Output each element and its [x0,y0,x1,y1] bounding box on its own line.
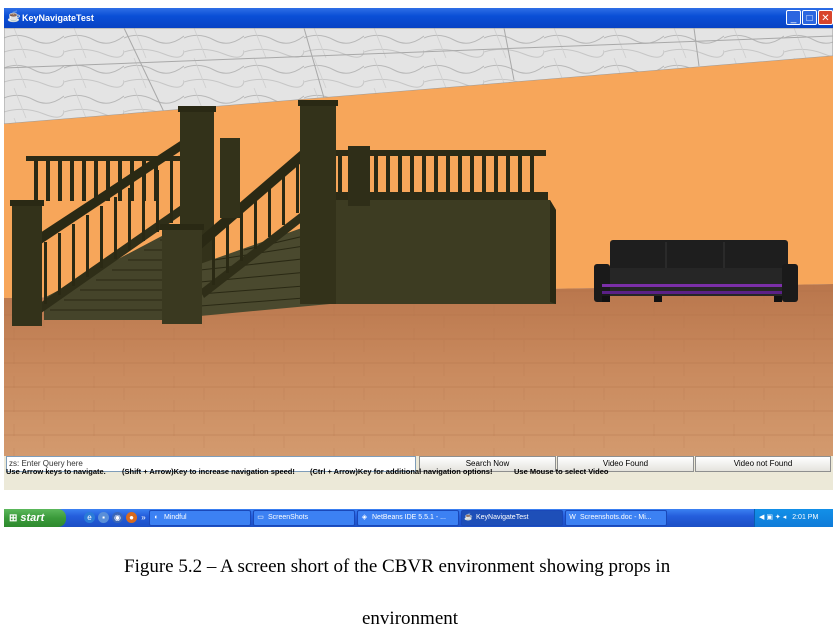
security-icon[interactable]: ✦ [775,514,781,521]
back-arrow-icon[interactable]: ◀ [759,514,764,521]
help-text-speed: (Shift + Arrow)Key to increase navigatio… [122,467,295,476]
task-label: Mindful [164,514,187,521]
network-icon[interactable]: ▣ [766,514,773,521]
task-netbeans[interactable]: ◈ NetBeans IDE 5.5.1 - ... [357,510,459,526]
java-cup-icon: ☕ [7,11,21,23]
figure-caption-line-1: Figure 5.2 – A screen short of the CBVR … [124,556,671,577]
task-label: NetBeans IDE 5.5.1 - ... [372,514,446,521]
close-button[interactable]: ✕ [818,10,833,25]
netbeans-icon: ◈ [361,514,368,521]
media-icon[interactable]: ◉ [112,512,123,523]
3d-scene-canvas[interactable] [4,28,833,456]
help-text-mouse: Use Mouse to select Video [514,467,609,476]
clock[interactable]: 2:01 PM [792,514,818,521]
task-mindful[interactable]: ◐ Mindful [149,510,251,526]
volume-icon[interactable]: ◂ [783,514,787,521]
java-cup-icon: ☕ [464,514,473,521]
firefox-icon[interactable]: ● [126,512,137,523]
title-bar[interactable]: ☕ KeyNavigateTest _ □ ✕ [4,8,833,28]
help-text-navigate: Use Arrow keys to navigate. [6,467,106,476]
video-not-found-button[interactable]: Video not Found [695,456,831,472]
app-window: ☕ KeyNavigateTest _ □ ✕ zs: Enter Query … [4,8,833,490]
maximize-button[interactable]: □ [802,10,817,25]
window-title: KeyNavigateTest [22,13,94,23]
start-button[interactable]: ⊞ start [4,509,66,527]
taskbar: ⊞ start e ▪ ◉ ● » ◐ Mindful ▭ ScreenShots ◈… [4,509,833,527]
task-label: Screenshots.doc - Mi... [580,514,652,521]
sofa [594,240,798,302]
task-keynavigatetest[interactable]: ☕ KeyNavigateTest [461,510,563,526]
minimize-button[interactable]: _ [786,10,801,25]
task-screenshots[interactable]: ▭ ScreenShots [253,510,355,526]
windows-logo-icon: ⊞ [9,513,18,524]
browser-icon: ◐ [154,514,159,521]
folder-icon: ▭ [257,514,264,521]
figure-caption-line-2: environment [362,608,459,629]
task-label: KeyNavigateTest [476,514,529,521]
start-label: start [20,512,45,524]
task-label: ScreenShots [268,514,309,521]
chevron-right-icon[interactable]: » [138,512,149,523]
system-tray: ◀ ▣ ✦ ◂ 2:01 PM [754,509,833,527]
help-text-options: (Ctrl + Arrow)Key for additional navigat… [310,467,493,476]
ie-icon[interactable]: e [84,512,95,523]
desktop-icon[interactable]: ▪ [98,512,109,523]
word-icon: W [569,514,576,521]
task-word-document[interactable]: W Screenshots.doc - Mi... [565,510,667,526]
